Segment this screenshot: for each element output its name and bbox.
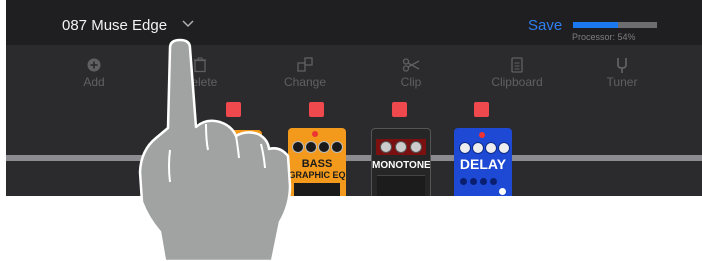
hand-shape [138, 38, 292, 261]
hand-thumb-line [168, 149, 171, 183]
pointing-hand-overlay [138, 38, 292, 261]
